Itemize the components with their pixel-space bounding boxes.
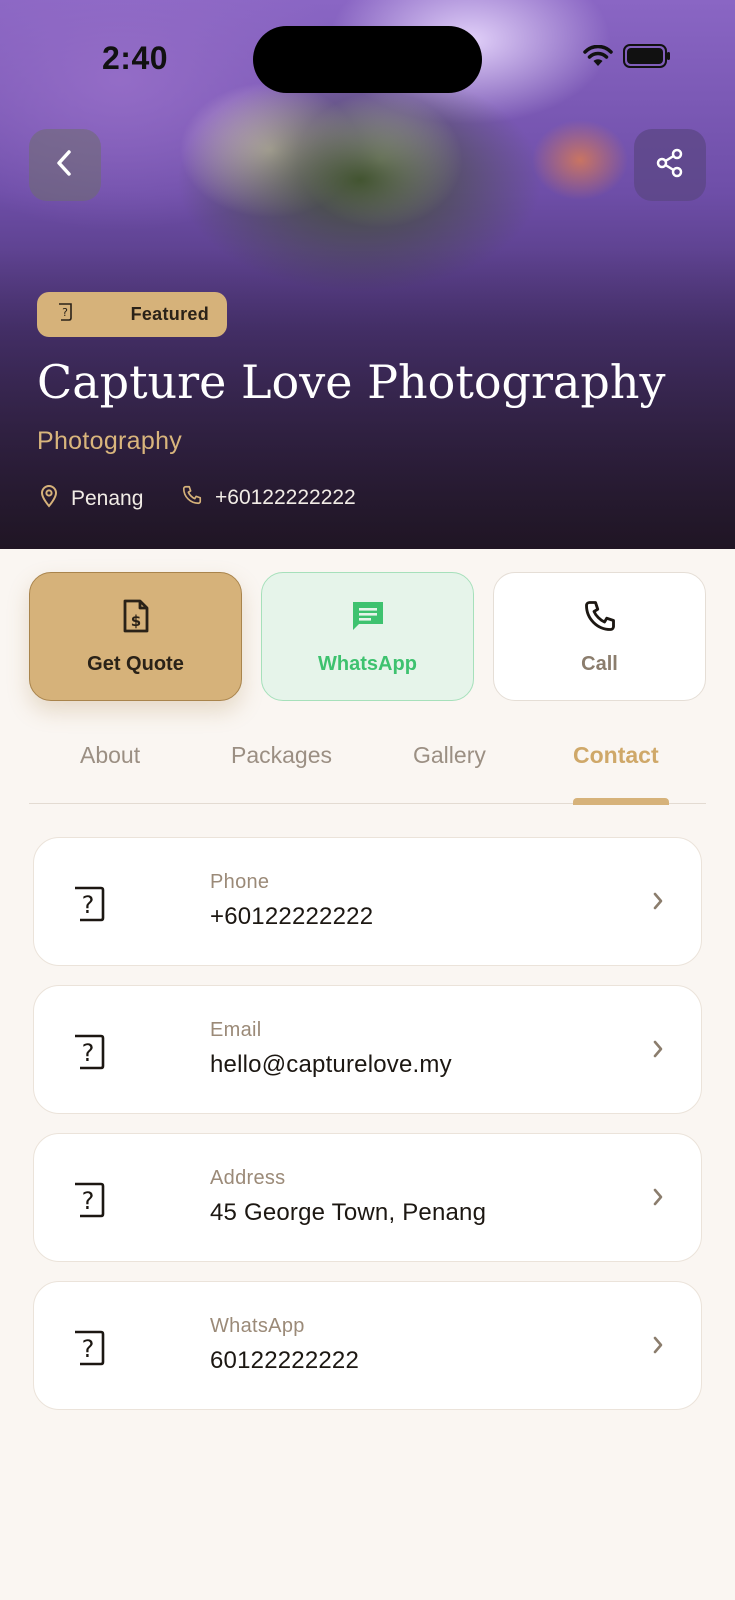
contact-value: +60122222222: [210, 903, 374, 930]
contact-value: hello@capturelove.my: [210, 1051, 452, 1078]
svg-text:?: ?: [82, 891, 95, 919]
chevron-right-icon: [651, 1334, 665, 1361]
tab-about[interactable]: About: [80, 742, 140, 769]
status-icons: [583, 44, 671, 73]
contact-card-email[interactable]: ? Email hello@capturelove.my: [33, 985, 702, 1114]
contact-label: Address: [210, 1167, 286, 1189]
wifi-icon: [583, 44, 613, 72]
chevron-right-icon: [651, 1186, 665, 1213]
quote-document-icon: $: [120, 598, 152, 639]
vendor-location: Penang: [39, 484, 143, 514]
vendor-detail-page: 2:40 ? Featured Capture Love Photography…: [0, 0, 735, 1600]
active-tab-indicator: [573, 798, 669, 805]
tab-packages[interactable]: Packages: [231, 742, 332, 769]
phone-text: +60122222222: [215, 486, 356, 509]
contact-label: WhatsApp: [210, 1315, 305, 1337]
location-text: Penang: [71, 487, 144, 510]
phone-icon: [181, 484, 203, 512]
vendor-category: Photography: [37, 427, 183, 455]
whatsapp-label: WhatsApp: [318, 652, 417, 675]
map-pin-icon: [39, 484, 59, 514]
share-button[interactable]: [634, 129, 706, 201]
contact-card-whatsapp[interactable]: ? WhatsApp 60122222222: [33, 1281, 702, 1410]
get-quote-button[interactable]: $ Get Quote: [29, 572, 242, 701]
unknown-icon: ?: [72, 885, 108, 928]
tab-gallery[interactable]: Gallery: [413, 742, 486, 769]
vendor-title: Capture Love Photography: [37, 355, 666, 409]
unknown-icon: ?: [72, 1181, 108, 1224]
share-icon: [655, 148, 685, 183]
unknown-icon: ?: [72, 1033, 108, 1076]
unknown-icon: ?: [57, 302, 75, 327]
vendor-phone[interactable]: +60122222222: [181, 484, 356, 512]
message-icon: [350, 598, 386, 639]
svg-text:?: ?: [62, 306, 68, 319]
status-time: 2:40: [102, 40, 169, 76]
unknown-icon: ?: [72, 1329, 108, 1372]
tab-contact[interactable]: Contact: [573, 742, 659, 769]
contact-label: Email: [210, 1019, 262, 1041]
get-quote-label: Get Quote: [87, 652, 184, 675]
call-button[interactable]: Call: [493, 572, 706, 701]
contact-card-address[interactable]: ? Address 45 George Town, Penang: [33, 1133, 702, 1262]
phone-icon: [582, 598, 618, 639]
contact-value: 45 George Town, Penang: [210, 1199, 487, 1226]
dynamic-island: [253, 26, 482, 93]
call-label: Call: [581, 652, 618, 675]
battery-icon: [623, 44, 671, 73]
tab-bar: About Packages Gallery Contact: [29, 720, 706, 805]
svg-text:$: $: [130, 612, 140, 630]
contact-label: Phone: [210, 871, 270, 893]
back-button[interactable]: [29, 129, 101, 201]
svg-text:?: ?: [82, 1187, 95, 1215]
contact-card-phone[interactable]: ? Phone +60122222222: [33, 837, 702, 966]
contact-value: 60122222222: [210, 1347, 360, 1374]
chevron-left-icon: [52, 148, 78, 183]
chevron-right-icon: [651, 1038, 665, 1065]
svg-text:?: ?: [82, 1335, 95, 1363]
chevron-right-icon: [651, 890, 665, 917]
whatsapp-button[interactable]: WhatsApp: [261, 572, 474, 701]
featured-label: Featured: [130, 304, 209, 324]
svg-text:?: ?: [82, 1039, 95, 1067]
hero-image: 2:40 ? Featured Capture Love Photography…: [0, 0, 735, 549]
featured-badge: ? Featured: [37, 292, 227, 337]
